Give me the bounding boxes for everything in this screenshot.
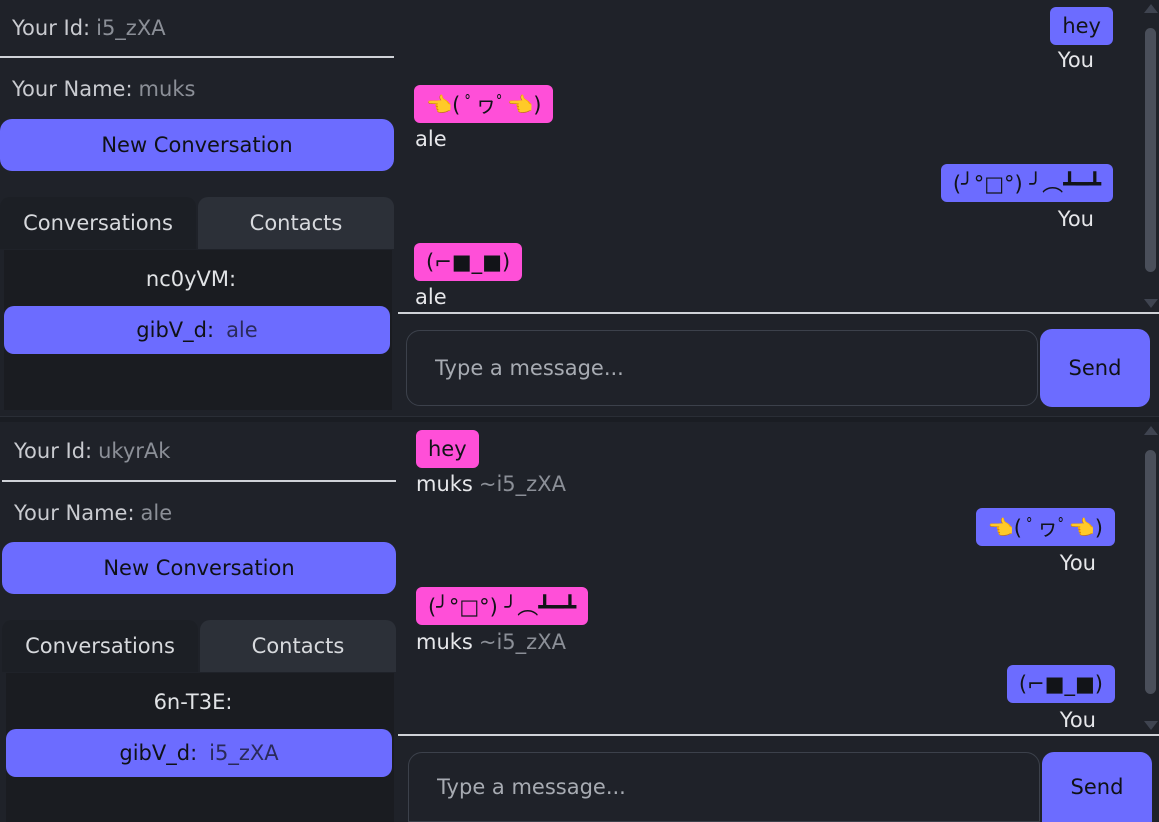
conversation-id: nc0yVM: bbox=[145, 267, 237, 291]
user-name-row: Your Name: ale bbox=[2, 484, 396, 542]
user-id-value: ukyrAk bbox=[98, 439, 171, 463]
conversation-last-sender: i5_zXA bbox=[209, 741, 279, 765]
chat-divider bbox=[398, 312, 1159, 314]
message-bubble-outgoing: hey bbox=[1050, 7, 1113, 45]
message-bubble-incoming: (╯°□°) ╯︵┻━┻ bbox=[416, 587, 589, 625]
chat-divider bbox=[398, 734, 1159, 736]
message-list[interactable]: hey muks ~i5_zXA 👈( ﾟヮﾟ👈) You (╯°□°) ╯︵┻━… bbox=[398, 422, 1141, 734]
tab-contacts[interactable]: Contacts bbox=[198, 197, 394, 249]
user-name-value: ale bbox=[140, 501, 173, 525]
scrollbar-thumb[interactable] bbox=[1145, 28, 1156, 272]
user-id-row: Your Id: i5_zXA bbox=[0, 0, 394, 58]
user-id-value: i5_zXA bbox=[96, 16, 166, 40]
conversation-last-sender: ale bbox=[226, 318, 258, 342]
sidebar-tabs: Conversations Contacts bbox=[0, 197, 394, 249]
conversation-id: 6n-T3E: bbox=[153, 690, 233, 714]
user-id-label: Your Id: bbox=[14, 439, 93, 463]
scroll-up-arrow-icon[interactable] bbox=[1144, 4, 1158, 13]
client-panel-ale: Your Id: ukyrAk Your Name: ale New Conve… bbox=[0, 422, 1159, 822]
conversation-item[interactable]: 6n-T3E: bbox=[6, 678, 392, 726]
sidebar: Your Id: ukyrAk Your Name: ale New Conve… bbox=[2, 422, 400, 822]
send-button[interactable]: Send bbox=[1042, 752, 1152, 822]
new-conversation-button[interactable]: New Conversation bbox=[2, 542, 396, 594]
message-sender: You bbox=[1059, 551, 1096, 575]
user-name-label: Your Name: bbox=[12, 77, 133, 101]
message-input[interactable] bbox=[408, 752, 1040, 822]
tab-conversations[interactable]: Conversations bbox=[2, 620, 198, 672]
user-id-row: Your Id: ukyrAk bbox=[2, 422, 396, 482]
message-sender: You bbox=[1059, 708, 1096, 732]
message-bubble-incoming: 👈( ﾟヮﾟ👈) bbox=[414, 85, 554, 123]
chat-area: hey muks ~i5_zXA 👈( ﾟヮﾟ👈) You (╯°□°) ╯︵┻━… bbox=[398, 422, 1159, 822]
message-scrollbar[interactable] bbox=[1141, 422, 1159, 734]
scroll-up-arrow-icon[interactable] bbox=[1144, 426, 1158, 435]
conversation-item[interactable]: nc0yVM: bbox=[4, 255, 390, 303]
user-id-label: Your Id: bbox=[12, 16, 91, 40]
conversation-list: nc0yVM: gibV_d: ale bbox=[4, 250, 392, 410]
conversation-item-selected[interactable]: gibV_d: ale bbox=[4, 306, 390, 354]
message-sender: ale bbox=[415, 127, 447, 151]
client-panel-muks: Your Id: i5_zXA Your Name: muks New Conv… bbox=[0, 0, 1159, 411]
message-sender: muks ~i5_zXA bbox=[416, 472, 566, 496]
message-scrollbar[interactable] bbox=[1141, 0, 1159, 312]
chat-area: hey You 👈( ﾟヮﾟ👈) ale (╯°□°) ╯︵┻━┻ You (⌐… bbox=[398, 0, 1159, 411]
scrollbar-thumb[interactable] bbox=[1145, 450, 1156, 694]
tab-contacts[interactable]: Contacts bbox=[200, 620, 396, 672]
user-name-row: Your Name: muks bbox=[0, 60, 394, 118]
message-input[interactable] bbox=[406, 330, 1038, 406]
scroll-down-arrow-icon[interactable] bbox=[1144, 721, 1158, 730]
tab-conversations[interactable]: Conversations bbox=[0, 197, 196, 249]
message-sender: ale bbox=[415, 285, 447, 309]
sidebar-tabs: Conversations Contacts bbox=[2, 620, 396, 672]
send-button[interactable]: Send bbox=[1040, 329, 1150, 407]
message-sender: You bbox=[1057, 207, 1094, 231]
message-bubble-outgoing: (⌐■_■) bbox=[1006, 665, 1115, 703]
conversation-item-selected[interactable]: gibV_d: i5_zXA bbox=[6, 729, 392, 777]
message-bubble-outgoing: (╯°□°) ╯︵┻━┻ bbox=[940, 164, 1113, 202]
message-sender: muks ~i5_zXA bbox=[416, 630, 566, 654]
new-conversation-button[interactable]: New Conversation bbox=[0, 119, 394, 171]
scroll-down-arrow-icon[interactable] bbox=[1144, 299, 1158, 308]
message-sender: You bbox=[1057, 48, 1094, 72]
conversation-id: gibV_d: bbox=[119, 741, 198, 765]
message-bubble-incoming: (⌐■_■) bbox=[414, 243, 523, 281]
message-bubble-outgoing: 👈( ﾟヮﾟ👈) bbox=[975, 508, 1115, 546]
message-list[interactable]: hey You 👈( ﾟヮﾟ👈) ale (╯°□°) ╯︵┻━┻ You (⌐… bbox=[398, 0, 1141, 312]
message-bubble-incoming: hey bbox=[416, 430, 479, 468]
sidebar: Your Id: i5_zXA Your Name: muks New Conv… bbox=[0, 0, 398, 411]
conversation-list: 6n-T3E: gibV_d: i5_zXA bbox=[6, 673, 394, 822]
user-name-value: muks bbox=[138, 77, 196, 101]
user-name-label: Your Name: bbox=[14, 501, 135, 525]
conversation-id: gibV_d: bbox=[136, 318, 215, 342]
